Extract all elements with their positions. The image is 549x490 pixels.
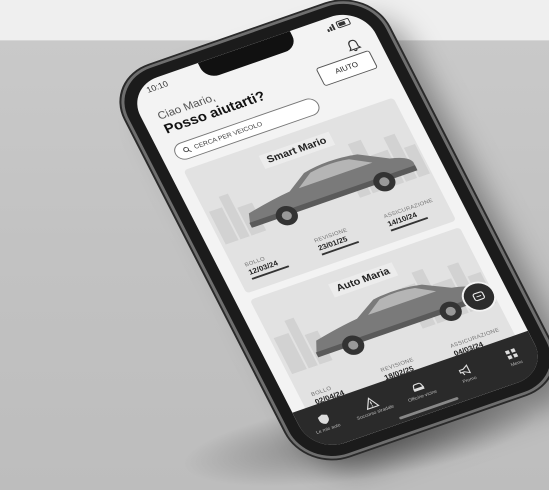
- tab-roadside-assistance[interactable]: Soccorso stradale: [347, 390, 397, 422]
- search-icon: [183, 146, 192, 153]
- status-icons: [324, 16, 352, 34]
- chat-icon: [472, 291, 485, 302]
- signal-icon: [325, 23, 336, 32]
- phone-mockup: 10:10 Ciao Mario, Posso aiutarti? AIUTO …: [110, 0, 549, 468]
- tab-promo[interactable]: Promo: [442, 357, 492, 389]
- tab-my-cars[interactable]: Le mie auto: [300, 407, 350, 439]
- deadline-assicurazione: ASSICURAZIONE 14/10/24: [383, 198, 440, 232]
- help-button[interactable]: AIUTO: [315, 49, 379, 87]
- phone-screen: 10:10 Ciao Mario, Posso aiutarti? AIUTO …: [126, 6, 549, 454]
- phone-body: 10:10 Ciao Mario, Posso aiutarti? AIUTO …: [110, 0, 549, 468]
- deadline-revisione: REVISIONE 23/01/25: [314, 226, 359, 256]
- tab-menu[interactable]: Menu: [489, 341, 539, 373]
- battery-icon: [335, 17, 352, 29]
- deadline-bollo: BOLLO 12/03/24: [244, 251, 290, 280]
- tab-workshops[interactable]: Officine vicine: [395, 374, 445, 406]
- status-time: 10:10: [144, 79, 170, 95]
